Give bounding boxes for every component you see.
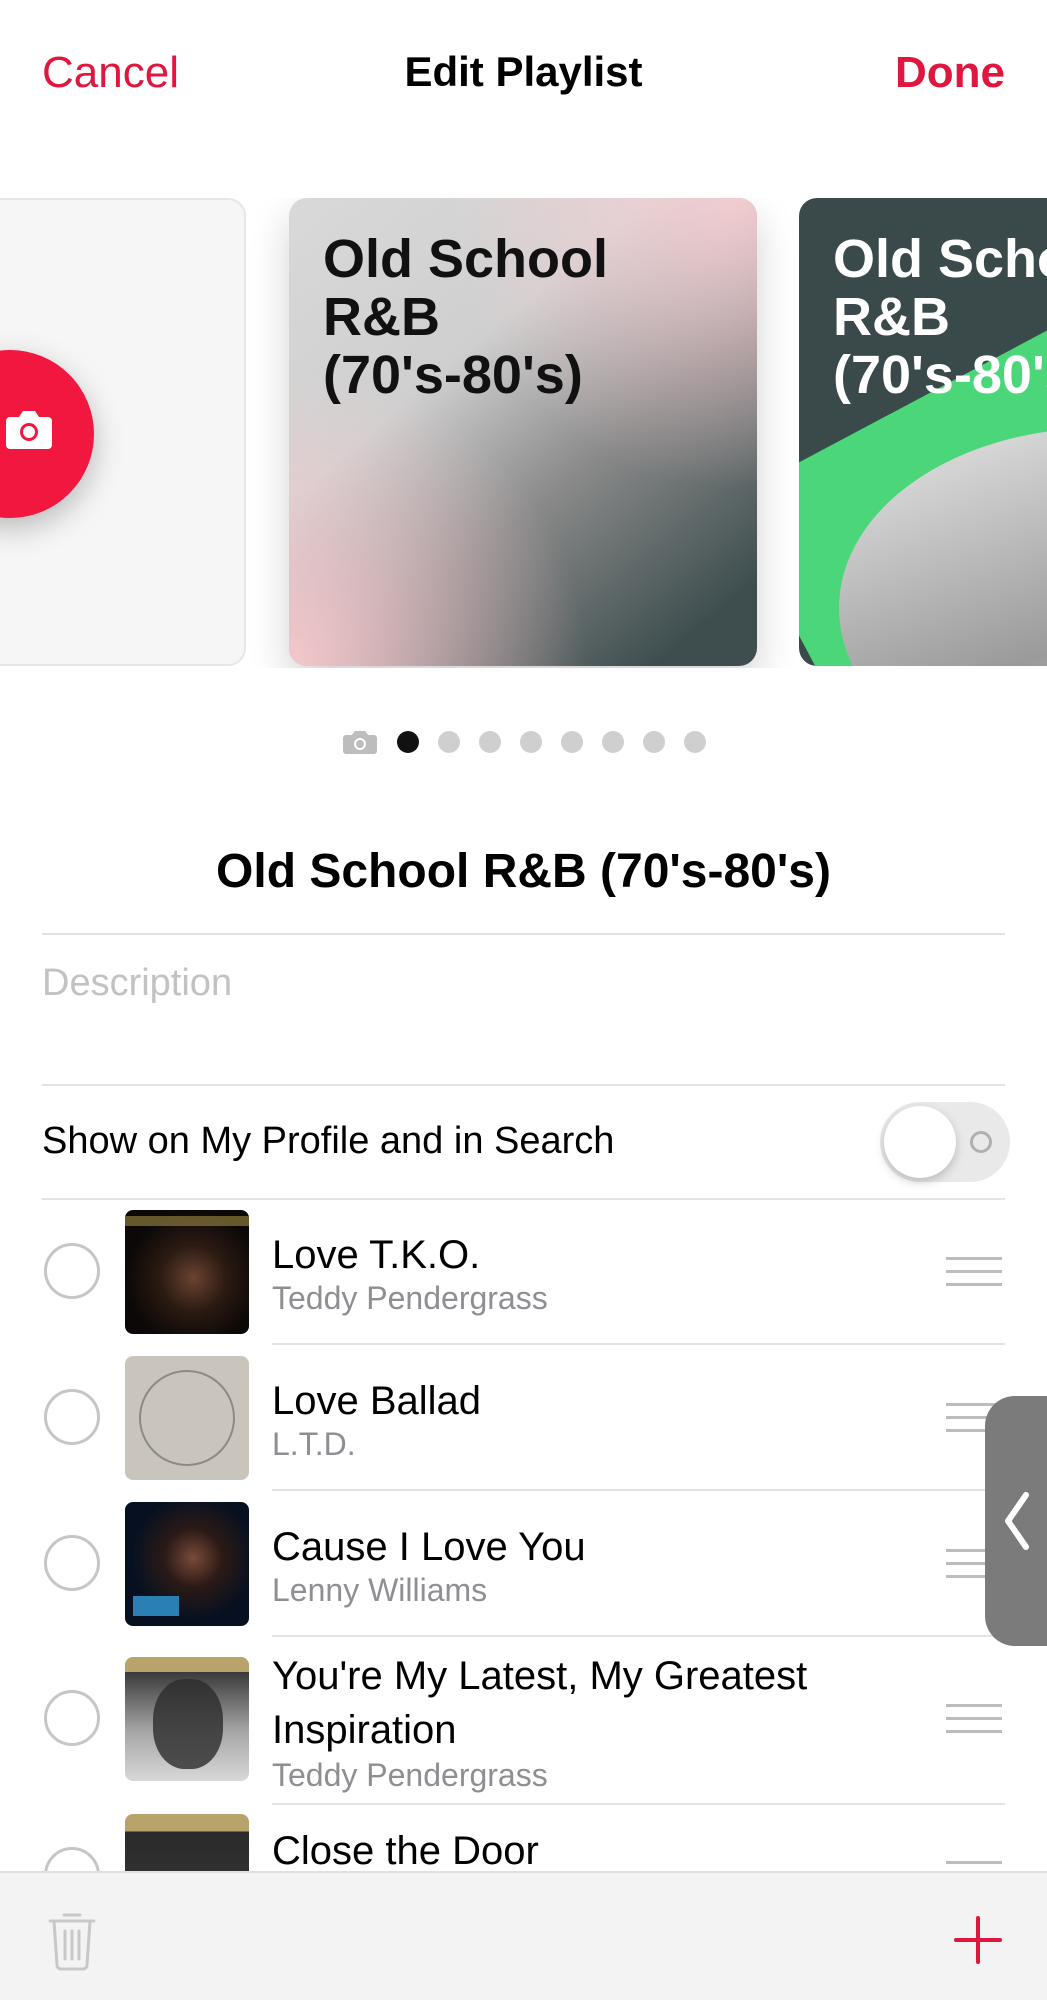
select-circle[interactable] (44, 1690, 100, 1746)
page-dot[interactable] (683, 731, 706, 753)
toggle-off-indicator (970, 1131, 992, 1153)
select-circle[interactable] (44, 1389, 100, 1445)
page-dot[interactable] (642, 731, 665, 753)
divider (272, 1803, 1005, 1805)
playlist-name-field[interactable]: Old School R&B (70's-80's) (0, 844, 1047, 899)
chevron-left-icon (1005, 1492, 1029, 1550)
song-artist: Lenny Williams (272, 1572, 488, 1608)
song-title: Love Ballad (272, 1379, 482, 1423)
divider (272, 1635, 1005, 1637)
divider (42, 1084, 1005, 1086)
trash-icon[interactable] (46, 1909, 98, 1971)
artwork-card-title: Old School R&B (70's-80's) (323, 229, 609, 405)
page-dot[interactable] (396, 731, 419, 753)
divider (272, 1489, 1005, 1491)
album-art (125, 1210, 249, 1334)
page-dot[interactable] (601, 731, 624, 753)
visibility-label: Show on My Profile and in Search (42, 1120, 615, 1162)
toggle-knob (884, 1106, 956, 1178)
divider (42, 933, 1005, 935)
select-circle[interactable] (44, 1847, 100, 1871)
reorder-handle-icon[interactable] (946, 1861, 1002, 1871)
page-dot[interactable] (519, 731, 542, 753)
camera-button[interactable] (0, 350, 94, 518)
plus-icon[interactable] (954, 1916, 1002, 1964)
reorder-handle-icon[interactable] (946, 1704, 1002, 1734)
select-circle[interactable] (44, 1243, 100, 1299)
bottom-toolbar (0, 1871, 1047, 2000)
artwork-card-green[interactable]: Old School R&B (70's-80's) (799, 198, 1047, 666)
description-field[interactable]: Description (42, 962, 232, 1005)
page-title: Edit Playlist (404, 48, 643, 95)
artwork-card-title: Old School R&B (70's-80's) (833, 229, 1047, 405)
song-title: Love T.K.O. (272, 1233, 481, 1277)
song-artist: Teddy Pendergrass (272, 1757, 548, 1793)
page-indicator[interactable] (0, 730, 1047, 754)
artwork-card-photo[interactable] (0, 198, 246, 666)
page-dot[interactable] (560, 731, 583, 753)
album-art (125, 1814, 249, 1871)
song-title: Close the Door (272, 1829, 539, 1871)
side-panel-handle[interactable] (985, 1396, 1047, 1646)
song-title: Cause I Love You (272, 1525, 586, 1569)
album-art (125, 1356, 249, 1480)
select-circle[interactable] (44, 1535, 100, 1591)
divider (272, 1343, 1005, 1345)
camera-icon (342, 731, 377, 754)
album-art (125, 1502, 249, 1626)
artwork-card-gradient-gray[interactable]: Old School R&B (70's-80's) (289, 198, 757, 666)
song-artist: Teddy Pendergrass (272, 1280, 548, 1316)
album-art (125, 1657, 249, 1781)
song-artist: L.T.D. (272, 1426, 356, 1462)
camera-icon (6, 411, 52, 449)
page-dot[interactable] (478, 731, 501, 753)
song-title: You're My Latest, My Greatest Inspiratio… (272, 1654, 808, 1752)
visibility-toggle[interactable] (880, 1102, 1010, 1182)
reorder-handle-icon[interactable] (946, 1257, 1002, 1287)
done-button[interactable]: Done (895, 48, 1005, 98)
nav-bar: Cancel Edit Playlist Done (0, 0, 1047, 150)
artwork-carousel[interactable]: Old School R&B (70's-80's) Old School R&… (0, 198, 1047, 668)
list-item[interactable]: Close the Door (0, 1814, 1047, 1871)
page-dot[interactable] (437, 731, 460, 753)
divider (42, 1198, 1005, 1200)
